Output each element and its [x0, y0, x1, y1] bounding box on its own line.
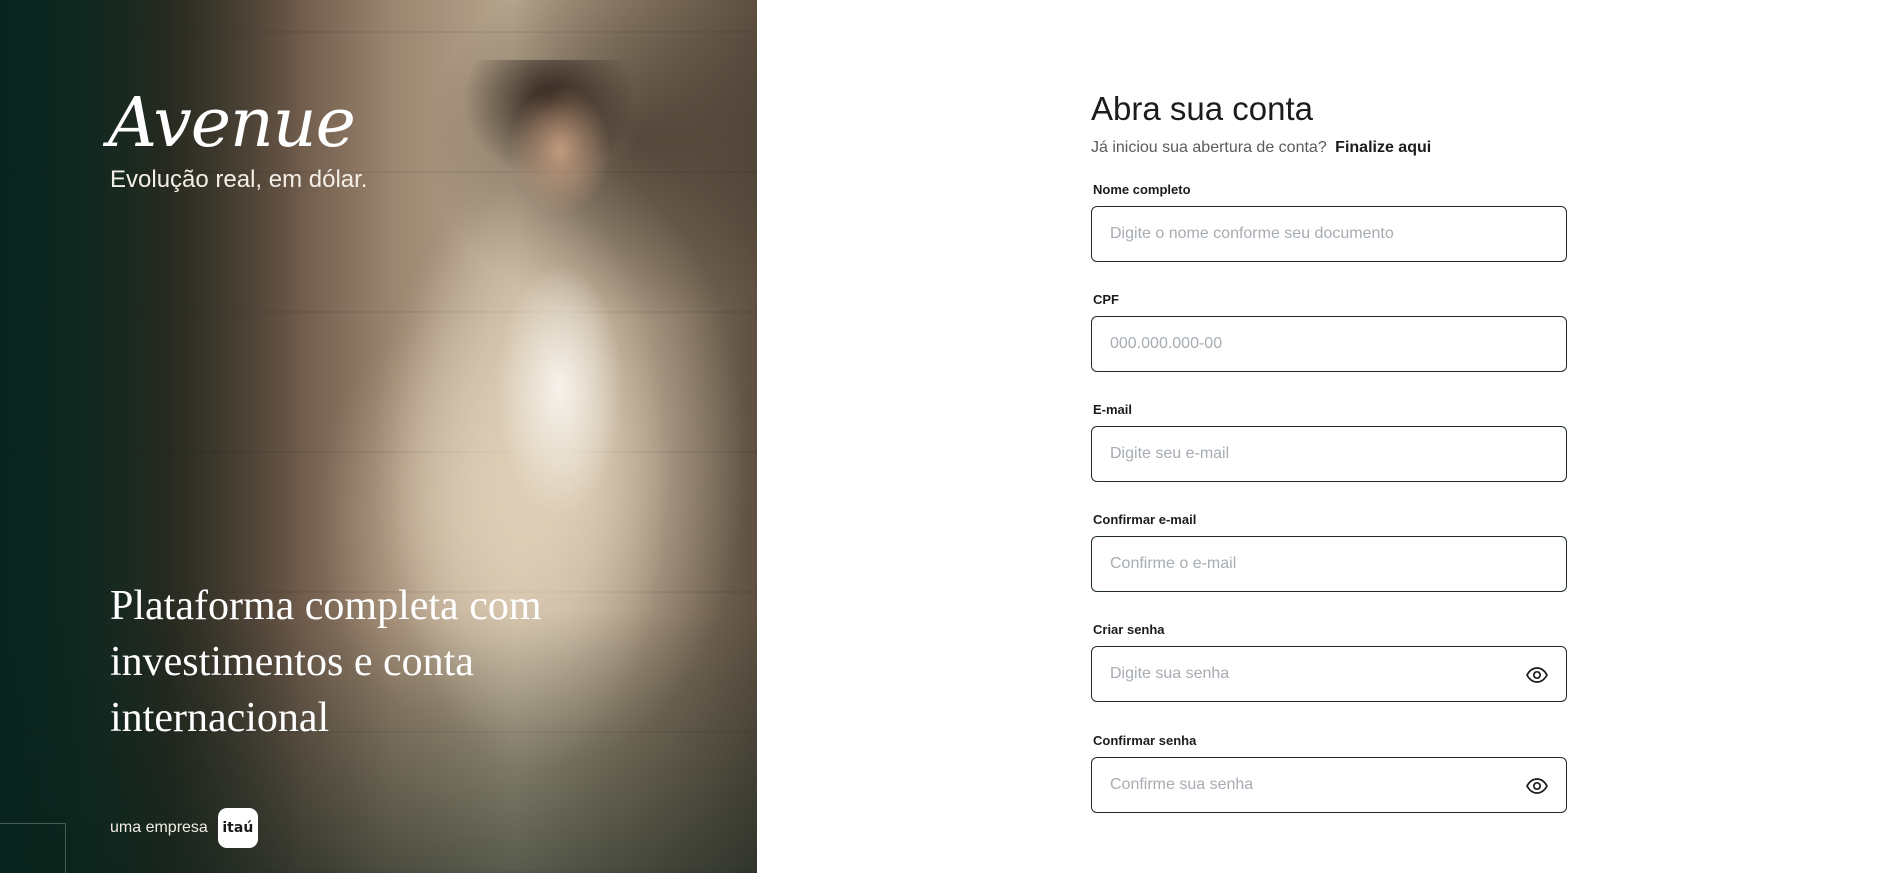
- hero-headline: Plataforma completa com investimentos e …: [110, 583, 542, 741]
- email-label: E-mail: [1093, 402, 1133, 417]
- confirm-password-field: [1091, 757, 1567, 813]
- brand-tagline: Evolução real, em dólar.: [110, 166, 368, 193]
- resume-prompt: Já iniciou sua abertura de conta? Finali…: [1091, 139, 1431, 157]
- confirm-email-input[interactable]: [1092, 537, 1566, 591]
- cpf-field: [1091, 316, 1567, 372]
- cpf-input[interactable]: [1092, 317, 1566, 371]
- confirm-email-label: Confirmar e-mail: [1093, 512, 1197, 527]
- avenue-logo: Avenue: [108, 84, 356, 163]
- company-badge-prefix: uma empresa: [110, 819, 208, 836]
- confirm-password-label: Confirmar senha: [1093, 733, 1197, 748]
- confirm-password-input[interactable]: [1092, 758, 1566, 812]
- show-password-toggle[interactable]: [1526, 664, 1548, 686]
- show-confirm-password-toggle[interactable]: [1526, 775, 1548, 797]
- eye-icon: [1526, 778, 1548, 794]
- cpf-label: CPF: [1093, 292, 1119, 307]
- full-name-label: Nome completo: [1093, 182, 1191, 197]
- full-name-input[interactable]: [1092, 207, 1566, 261]
- page-title: Abra sua conta: [1091, 90, 1313, 127]
- company-badge: uma empresa itaú: [110, 808, 258, 848]
- resume-prompt-text: Já iniciou sua abertura de conta?: [1091, 139, 1327, 156]
- eye-icon: [1526, 667, 1548, 683]
- itau-logo: itaú: [217, 808, 258, 848]
- password-field: [1091, 646, 1567, 702]
- email-input[interactable]: [1092, 427, 1566, 481]
- hero-panel: Avenue Evolução real, em dólar. Platafor…: [0, 0, 757, 873]
- full-name-field: [1091, 206, 1567, 262]
- corner-widget: [0, 823, 66, 873]
- signup-page: Avenue Evolução real, em dólar. Platafor…: [0, 0, 1883, 873]
- password-input[interactable]: [1092, 647, 1566, 701]
- password-label: Criar senha: [1093, 622, 1165, 637]
- finalize-link[interactable]: Finalize aqui: [1335, 139, 1431, 156]
- email-field: [1091, 426, 1567, 482]
- confirm-email-field: [1091, 536, 1567, 592]
